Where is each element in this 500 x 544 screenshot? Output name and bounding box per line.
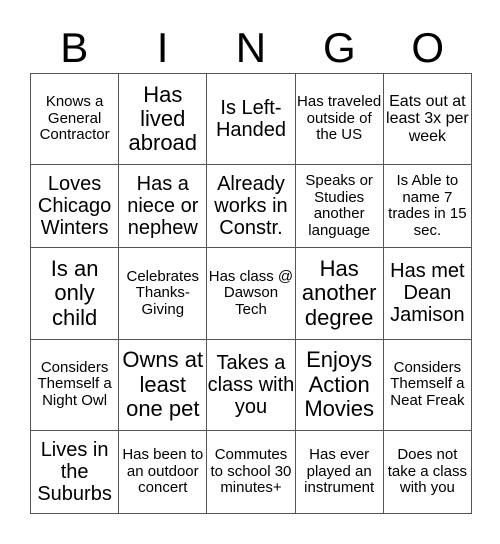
bingo-cell[interactable]: Is Left-Handed [206, 72, 296, 166]
grid-row: Loves Chicago Winters Has a niece or nep… [29, 164, 473, 249]
bingo-cell[interactable]: Knows a General Contractor [29, 72, 120, 166]
bingo-cell[interactable]: Has another degree [294, 247, 384, 340]
bingo-cell[interactable]: Celebrates Thanks-Giving [118, 247, 208, 340]
header-letter-b: B [60, 24, 89, 71]
bingo-cell[interactable]: Lives in the Suburbs [29, 429, 120, 515]
bingo-cell[interactable]: Eats out at least 3x per week [382, 72, 473, 166]
bingo-cell[interactable]: Does not take a class with you [382, 429, 473, 515]
grid-row: Considers Themself a Night Owl Owns at l… [29, 338, 473, 431]
bingo-cell[interactable]: Is Able to name 7 trades in 15 sec. [382, 164, 473, 249]
bingo-cell[interactable]: Has lived abroad [118, 72, 208, 166]
bingo-cell[interactable]: Has ever played an instrument [294, 429, 384, 515]
grid-row: Is an only child Celebrates Thanks-Givin… [29, 247, 473, 340]
bingo-cell[interactable]: Commutes to school 30 minutes+ [206, 429, 296, 515]
bingo-cell[interactable]: Has class @ Dawson Tech [206, 247, 296, 340]
bingo-cell[interactable]: Loves Chicago Winters [29, 164, 120, 249]
bingo-grid: Knows a General Contractor Has lived abr… [29, 72, 473, 515]
grid-row: Lives in the Suburbs Has been to an outd… [29, 429, 473, 515]
bingo-cell[interactable]: Has been to an outdoor concert [118, 429, 208, 515]
header-letter-o: O [411, 24, 445, 71]
bingo-cell[interactable]: Considers Themself a Night Owl [29, 338, 120, 431]
bingo-cell[interactable]: Is an only child [29, 247, 120, 340]
bingo-cell[interactable]: Considers Themself a Neat Freak [382, 338, 473, 431]
bingo-cell[interactable]: Speaks or Studies another language [294, 164, 384, 249]
bingo-cell[interactable]: Owns at least one pet [118, 338, 208, 431]
bingo-cell[interactable]: Has met Dean Jamison [382, 247, 473, 340]
grid-row: Knows a General Contractor Has lived abr… [29, 72, 473, 166]
bingo-cell[interactable]: Has a niece or nephew [118, 164, 208, 249]
header-letter-g: G [323, 24, 356, 71]
bingo-cell[interactable]: Enjoys Action Movies [294, 338, 384, 431]
bingo-cell[interactable]: Has traveled outside of the US [294, 72, 384, 166]
bingo-header: B I N G O [30, 24, 472, 72]
header-letter-i: I [156, 24, 169, 71]
header-letter-n: N [235, 24, 267, 71]
bingo-cell[interactable]: Already works in Constr. [206, 164, 296, 249]
bingo-cell[interactable]: Takes a class with you [206, 338, 296, 431]
